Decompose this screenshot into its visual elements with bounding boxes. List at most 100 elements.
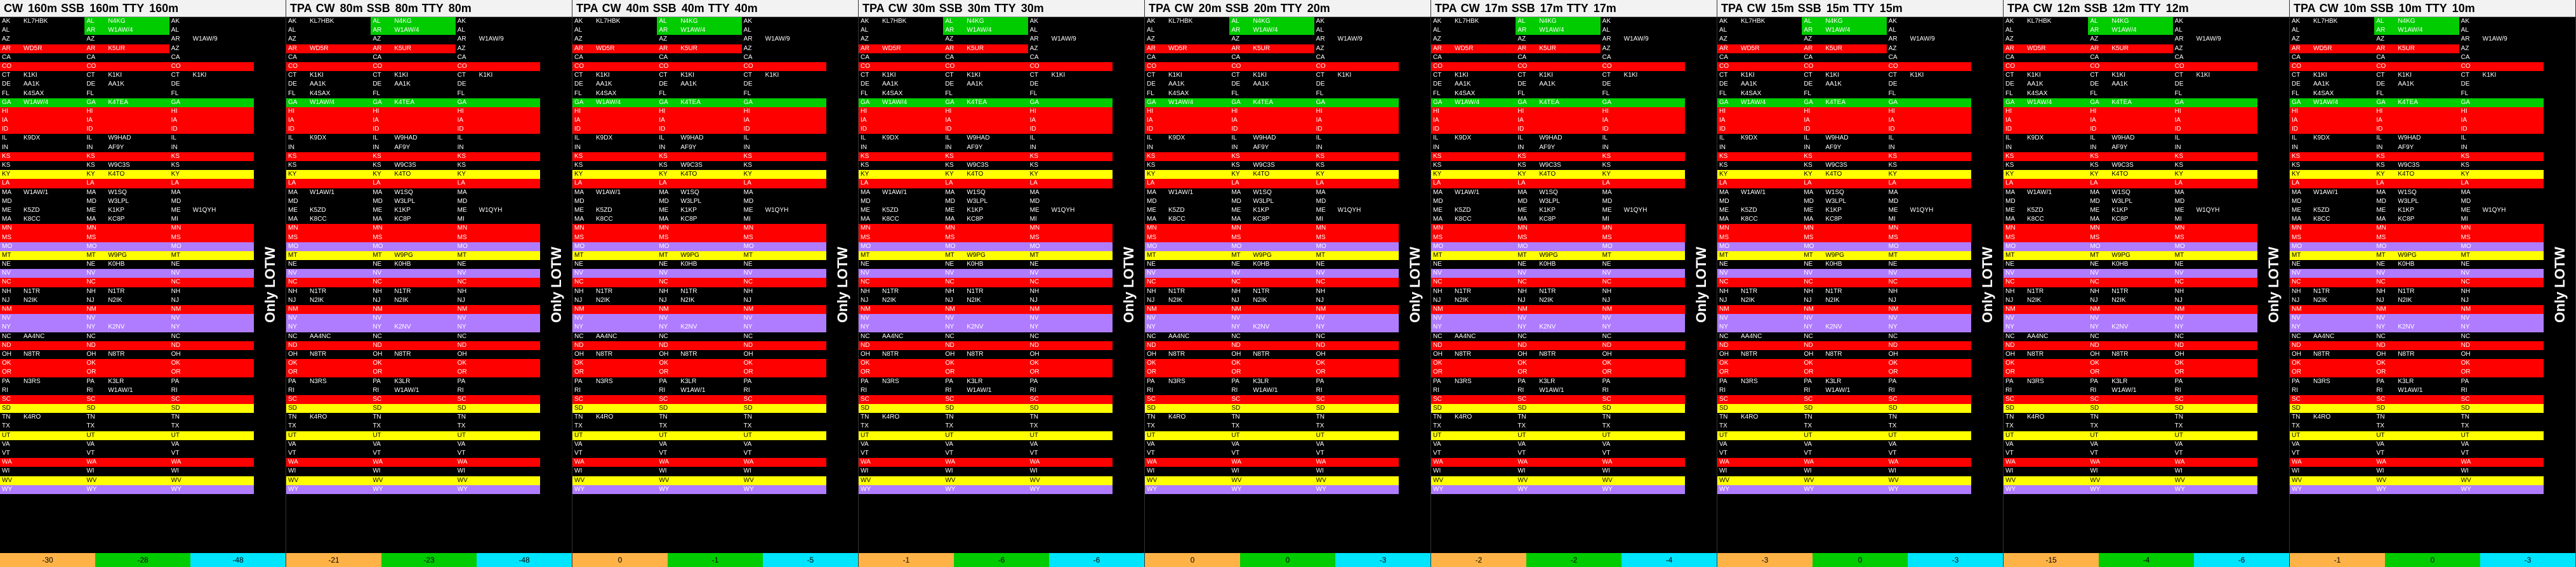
callsign-cell: [477, 287, 540, 296]
header-label: 20m: [1253, 1, 1277, 15]
callsign-cell: W1AW/9: [763, 35, 826, 44]
callsign-cell: [1537, 242, 1601, 251]
state-code: WY: [1802, 485, 1824, 494]
callsign-cell: [1049, 170, 1113, 179]
state-code: VT: [1516, 449, 1538, 459]
callsign-cell: [763, 89, 826, 98]
header-label: 10m: [2398, 1, 2422, 15]
state-code: VA: [657, 440, 679, 449]
state-code: WI: [84, 467, 107, 476]
callsign-cell: [2311, 422, 2375, 431]
callsign-cell: [1537, 116, 1601, 126]
state-code: FL: [2290, 89, 2311, 98]
callsign-cell: W1AW/4: [2025, 98, 2089, 107]
state-code: AR: [1802, 44, 1824, 53]
state-row: KS KS KS: [2290, 152, 2544, 161]
state-code: IL: [0, 134, 22, 143]
state-code: NC: [2459, 332, 2481, 341]
callsign-cell: K0HB: [392, 260, 456, 270]
state-code: NY: [455, 323, 477, 332]
state-code: ND: [572, 341, 594, 350]
callsign-cell: [1739, 394, 1802, 405]
state-code: TX: [455, 422, 477, 431]
callsign-cell: [2311, 242, 2375, 251]
callsign-cell: K4TO: [965, 170, 1028, 179]
state-code: ME: [0, 205, 22, 216]
state-row: MD MD W3LPL MD: [286, 197, 540, 206]
callsign-cell: [1908, 467, 1971, 476]
state-row: AZ AZ AR W1AW/9: [859, 35, 1113, 44]
callsign-cell: [1251, 62, 1314, 72]
callsign-cell: K4TO: [678, 170, 742, 179]
state-code: IN: [741, 143, 763, 152]
callsign-cell: [308, 161, 371, 171]
state-row: ND ND ND: [1145, 341, 1399, 350]
callsign-cell: [2480, 17, 2544, 27]
callsign-cell: K5ZD: [308, 205, 371, 216]
callsign-cell: [2194, 53, 2257, 62]
state-code: AR: [2004, 44, 2025, 53]
state-code: MO: [2004, 242, 2025, 251]
callsign-cell: [1739, 440, 1802, 449]
state-row: NY NY K2NV NY: [1145, 323, 1399, 332]
band-footer-40m: 0 -1 -5: [572, 553, 858, 567]
state-row: TX TX TX: [2004, 422, 2257, 431]
callsign-cell: AA4NC: [1453, 332, 1516, 341]
state-code: MA: [1802, 188, 1824, 197]
callsign-cell: [2480, 332, 2544, 341]
state-code: OR: [84, 368, 107, 377]
state-code: SD: [657, 404, 679, 414]
state-code: VA: [943, 440, 965, 449]
state-rows: AK KL7HBK AL N4KG AK AL AR W1AW/4 AL AZ AZ AR W1AW/9…: [1431, 17, 1685, 552]
state-code: DE: [2004, 80, 2025, 89]
callsign-cell: K4TEA: [1251, 98, 1314, 107]
state-row: UT UT UT: [1145, 431, 1399, 440]
state-row: FL K4SAX FL FL: [2004, 89, 2257, 98]
callsign-cell: N4KG: [2396, 17, 2459, 27]
callsign-cell: AA1K: [308, 80, 371, 89]
footer-count: -30: [0, 553, 95, 567]
state-code: UT: [2290, 431, 2311, 440]
callsign-cell: [678, 179, 742, 188]
state-code: AL: [1516, 17, 1538, 27]
callsign-cell: [763, 386, 826, 395]
header-label: CW: [1174, 1, 1194, 15]
state-code: UT: [1229, 431, 1252, 440]
callsign-cell: [880, 440, 944, 449]
callsign-cell: K1KP: [1537, 205, 1601, 216]
state-row: WV WV WV: [0, 476, 254, 485]
callsign-cell: [880, 116, 944, 126]
state-code: WV: [2374, 476, 2396, 485]
state-code: MO: [1145, 242, 1166, 251]
state-code: AK: [2004, 17, 2025, 27]
callsign-cell: [308, 62, 371, 72]
state-code: AK: [169, 17, 191, 27]
state-row: ME K5ZD ME K1KP ME W1QYH: [2004, 205, 2257, 216]
state-code: NC: [2088, 278, 2110, 287]
state-code: ME: [1145, 205, 1166, 216]
state-code: KS: [286, 161, 308, 171]
state-code: CO: [455, 62, 477, 72]
callsign-cell: [2311, 467, 2375, 476]
state-row: PA N3RS PA K3LR PA: [0, 377, 254, 386]
state-row: NH N1TR NH N1TR NH: [572, 287, 826, 296]
callsign-cell: W1SQ: [106, 188, 169, 197]
callsign-cell: W1SQ: [1537, 188, 1601, 197]
callsign-cell: [1453, 458, 1516, 467]
state-row: SD SD SD: [286, 404, 540, 414]
callsign-cell: [1537, 107, 1601, 117]
state-code: OH: [1431, 349, 1453, 360]
callsign-cell: W1AW/1: [965, 386, 1028, 395]
state-code: NE: [2004, 260, 2025, 270]
callsign-cell: [2194, 305, 2257, 315]
state-code: NC: [657, 332, 679, 341]
callsign-cell: K3LR: [392, 377, 456, 386]
state-code: SD: [943, 404, 965, 414]
state-code: VT: [2374, 449, 2396, 459]
callsign-cell: [763, 278, 826, 287]
footer-count: -6: [1049, 553, 1144, 567]
callsign-cell: [477, 152, 540, 161]
state-code: CT: [859, 71, 880, 81]
callsign-cell: [106, 242, 169, 251]
callsign-cell: K4RO: [1739, 413, 1802, 422]
